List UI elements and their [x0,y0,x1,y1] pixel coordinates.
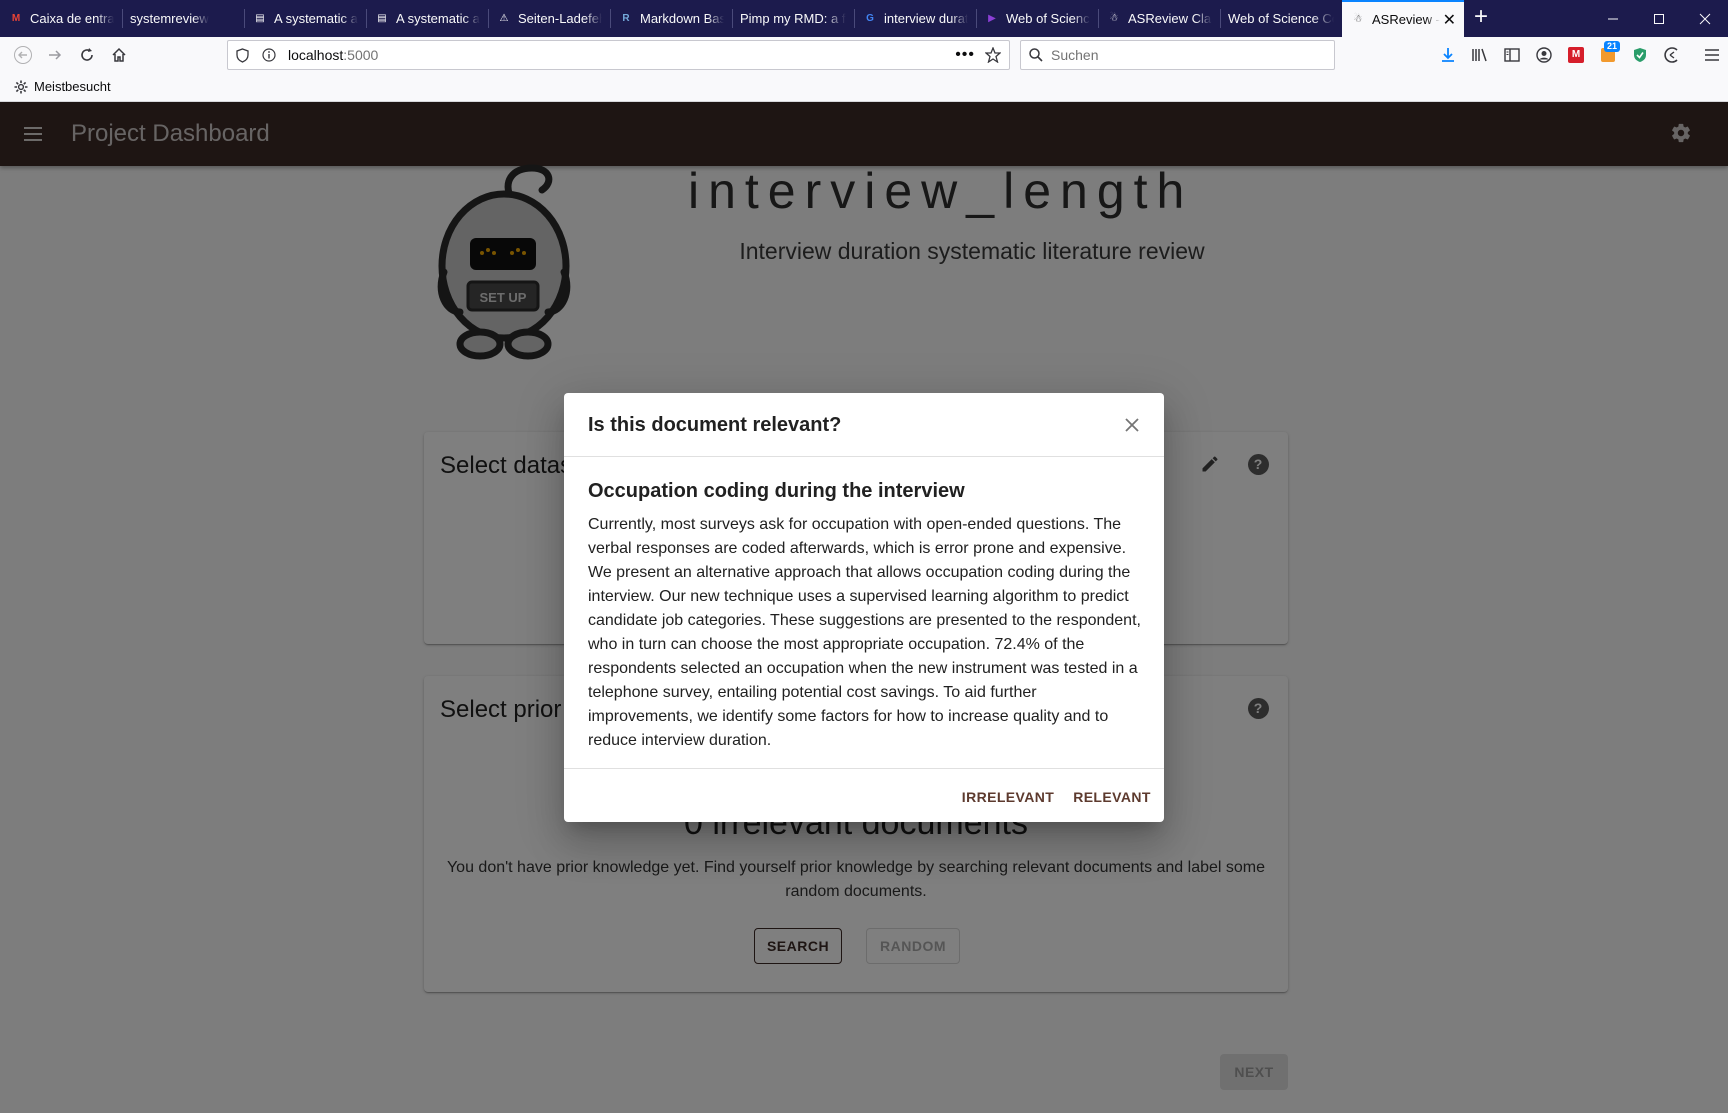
search-placeholder: Suchen [1051,47,1099,63]
url-text[interactable]: localhost:5000 [288,47,378,63]
extension-shield-button[interactable] [1624,40,1656,70]
warning-icon: ⚠ [499,13,509,24]
close-tab-icon[interactable]: ✕ [1443,10,1456,30]
browser-tab[interactable]: Ginterview durat [854,0,976,37]
search-bar[interactable]: Suchen [1020,40,1335,70]
bookmarks-toolbar: Meistbesucht [0,72,1728,102]
r-icon: R [622,13,630,24]
browser-tab[interactable]: ☃ ASReview Class [1098,0,1220,37]
window-controls [1590,0,1728,37]
dialog-close-button[interactable] [1120,413,1144,437]
browser-tab[interactable]: ⚠ Seiten-Ladefehl [488,0,610,37]
sidebar-button[interactable] [1496,40,1528,70]
browser-tab[interactable]: M Caixa de entrad [0,0,122,37]
download-icon [1442,47,1454,62]
browser-tab[interactable]: ☃ ASReview - ✕ [1342,0,1464,37]
tab-label: A systematic ap [396,11,480,26]
account-button[interactable] [1528,40,1560,70]
relevant-button[interactable]: RELEVANT [1070,781,1154,813]
close-window-button[interactable] [1682,0,1728,37]
home-icon [112,47,126,62]
tab-label: ASReview Class [1128,11,1212,26]
tab-list: M Caixa de entrad systemreview ▤ A systemati… [0,0,1464,37]
browser-tab[interactable]: ▤ A systematic ap [244,0,366,37]
url-host: localhost [288,47,344,63]
maximize-button[interactable] [1636,0,1682,37]
document-icon: ▤ [377,13,387,24]
tab-label: Seiten-Ladefehl [518,11,602,26]
sidebar-icon [1504,47,1520,62]
asreview-icon: ☃ [1109,13,1119,24]
arc-icon [1664,46,1678,63]
reload-icon [81,47,93,61]
dialog-actions: IRRELEVANT RELEVANT [564,768,1164,822]
toolbar-icons: M 21 [1432,37,1728,72]
tab-label: Markdown Basi [640,11,724,26]
minimize-icon [1608,18,1618,19]
browser-tab[interactable]: systemreview [122,0,244,37]
tab-label: A systematic ap [274,11,358,26]
forward-button[interactable] [40,40,70,70]
gmail-icon: M [11,13,21,24]
tab-label: Caixa de entrad [30,11,114,26]
extension-badge-button[interactable]: 21 [1592,40,1624,70]
clarivate-icon: ▶ [988,13,996,24]
home-button[interactable] [104,40,134,70]
close-icon [1699,13,1711,24]
minimize-button[interactable] [1590,0,1636,37]
tab-label: Web of Science [1006,11,1090,26]
extension-mendeley-button[interactable]: M [1560,40,1592,70]
extension-arc-button[interactable] [1656,40,1688,70]
dialog-title: Is this document relevant? [588,414,842,436]
document-title: Occupation coding during the interview [588,480,965,502]
menu-button[interactable] [1696,40,1728,70]
downloads-button[interactable] [1432,40,1464,70]
search-icon [1029,48,1043,62]
account-icon [1536,46,1552,63]
page-actions-icon[interactable]: ••• [955,46,975,64]
new-tab-button[interactable]: + [1464,0,1498,37]
browser-tab[interactable]: Pimp my RMD: a fe [732,0,854,37]
bookmark-label: Meistbesucht [34,79,111,94]
irrelevant-button[interactable]: IRRELEVANT [960,781,1056,813]
browser-tab[interactable]: ▤ A systematic ap [366,0,488,37]
tab-label: systemreview [130,11,209,26]
back-button[interactable] [8,40,38,70]
downloads-count-badge: 21 [1603,40,1620,52]
browser-tab[interactable]: R Markdown Basi [610,0,732,37]
document-abstract: Currently, most surveys ask for occupati… [588,516,1141,749]
arrow-left-icon [14,45,32,64]
browser-tab-strip: M Caixa de entrad systemreview ▤ A systemati… [0,0,1728,37]
browser-tab[interactable]: Web of Science Co [1220,0,1342,37]
browser-tab[interactable]: ▶ Web of Science [976,0,1098,37]
hamburger-menu-icon [1705,48,1719,61]
reload-button[interactable] [72,40,102,70]
navigation-toolbar: localhost:5000 ••• Suchen M 21 [0,37,1728,72]
tab-label: Pimp my RMD: a fe [740,11,846,26]
info-icon[interactable] [262,48,278,62]
address-bar[interactable]: localhost:5000 ••• [227,40,1010,70]
shield-check-icon [1634,47,1646,62]
arrow-right-icon [49,49,62,60]
relevance-dialog: Is this document relevant? Occupation co… [564,393,1164,822]
tab-label: interview durat [884,11,968,26]
url-port: :5000 [343,47,379,63]
document-icon: ▤ [255,13,265,24]
tab-label: ASReview - [1372,12,1440,27]
maximize-icon [1654,13,1664,24]
library-button[interactable] [1464,40,1496,70]
bookmark-most-visited[interactable]: Meistbesucht [14,79,111,94]
dialog-header: Is this document relevant? [564,393,1164,457]
shield-icon[interactable] [236,47,252,63]
library-icon [1472,48,1487,61]
mendeley-icon: M [1568,46,1584,63]
tab-label: Web of Science Co [1228,11,1334,26]
asreview-icon: ☃ [1353,14,1363,25]
close-icon [1125,418,1139,432]
gear-icon [14,80,28,93]
google-icon: G [866,13,874,24]
bookmark-star-icon[interactable] [985,47,1001,63]
